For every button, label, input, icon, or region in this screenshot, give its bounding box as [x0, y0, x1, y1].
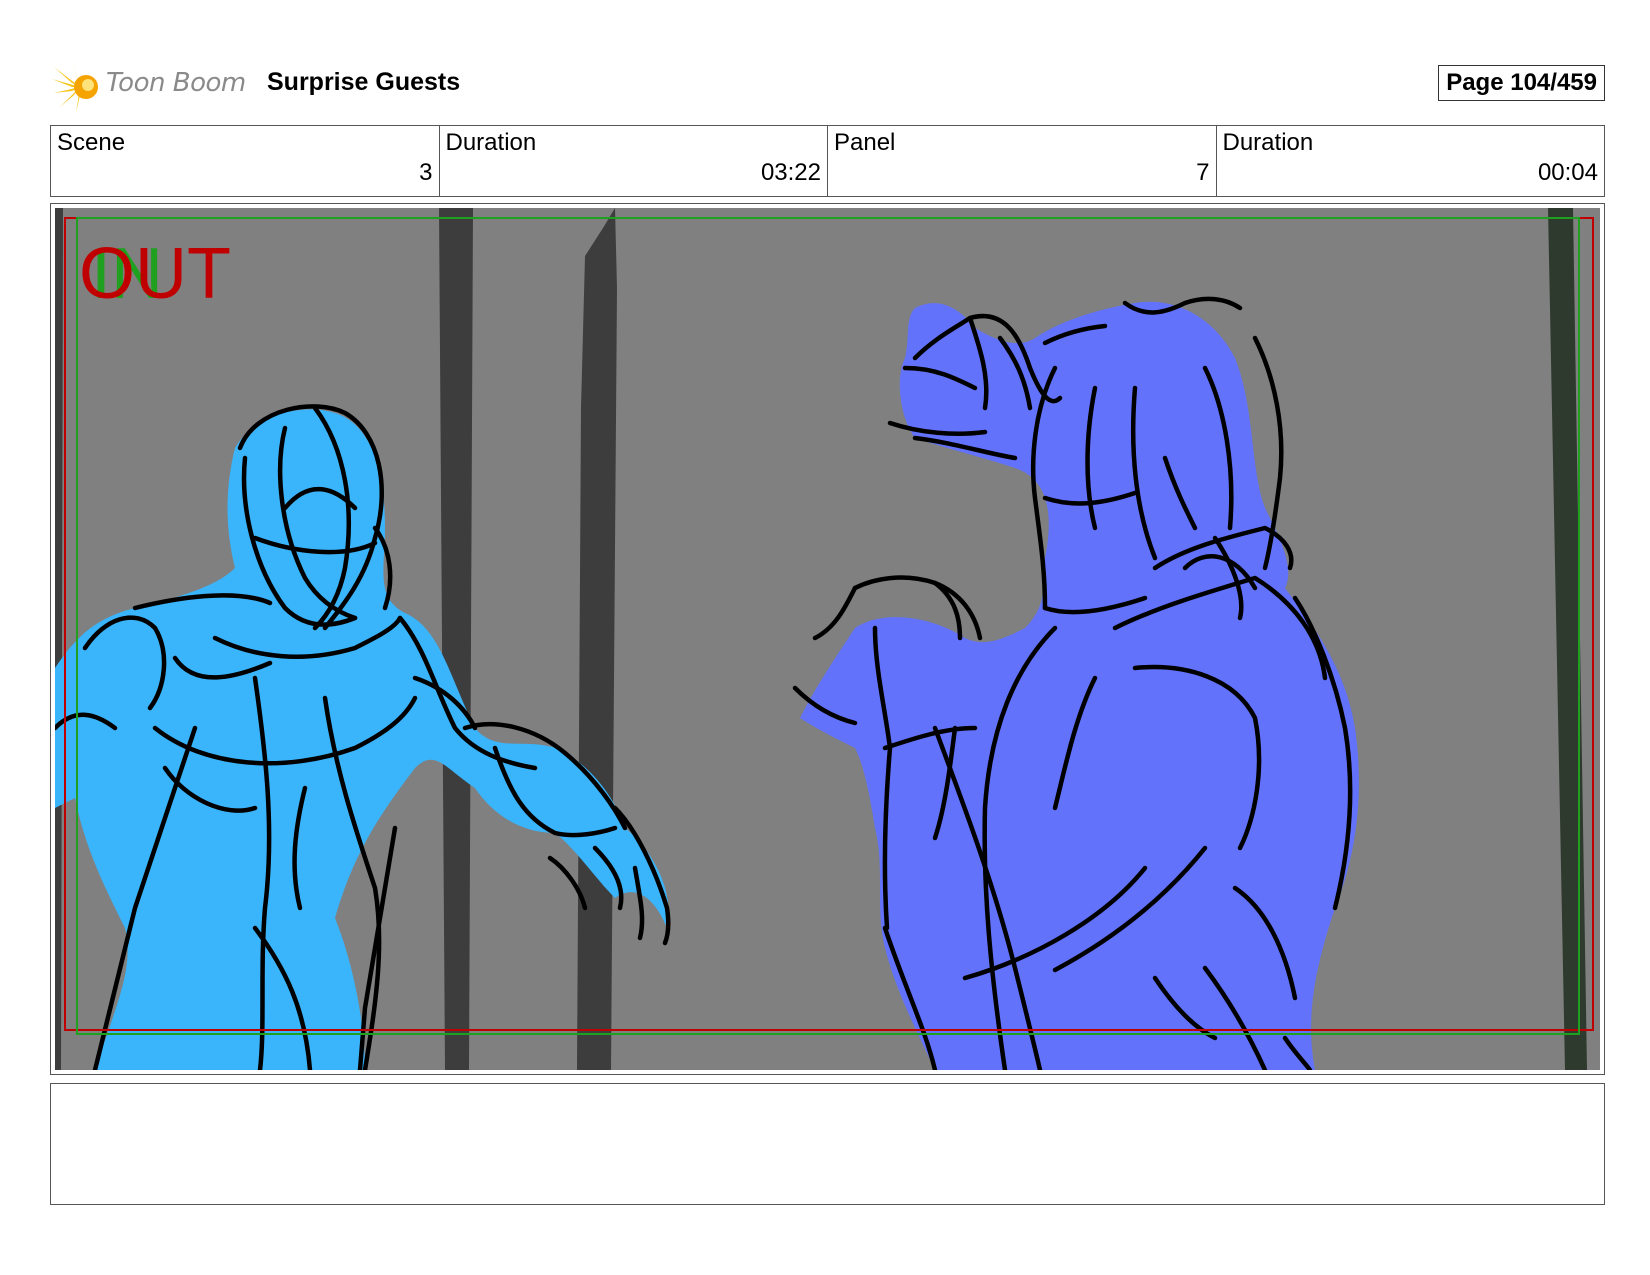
scene-duration-label: Duration [445, 129, 537, 156]
page-number: Page 104/459 [1438, 65, 1605, 101]
tree-trunk [577, 208, 617, 1070]
scene-cell: Scene 3 [51, 126, 439, 196]
out-marker: OUT [79, 234, 231, 314]
panel-duration-value: 00:04 [1537, 159, 1598, 186]
panel-value: 7 [1196, 159, 1210, 186]
tree-trunk [439, 208, 473, 1070]
toon-boom-logo: Toon Boom [50, 55, 250, 115]
sunburst-icon [52, 61, 98, 113]
panel-cell: Panel 7 [827, 126, 1216, 196]
scene-label: Scene [57, 129, 126, 156]
panel-duration-label: Duration [1222, 129, 1314, 156]
project-title: Surprise Guests [267, 68, 461, 96]
logo-text: Toon Boom [106, 68, 246, 98]
scene-duration-cell: Duration 03:22 [438, 126, 828, 196]
page-header: Toon Boom Surprise Guests Page 104/459 [50, 55, 1605, 115]
panel-drawing: IN OUT [55, 208, 1600, 1070]
panel-label: Panel [834, 129, 896, 156]
storyboard-panel: IN OUT [50, 203, 1605, 1075]
scene-value: 3 [419, 159, 433, 186]
panel-duration-cell: Duration 00:04 [1215, 126, 1605, 196]
scene-duration-value: 03:22 [760, 159, 821, 186]
scene-info-table: Scene 3 Duration 03:22 Panel 7 Duration … [50, 125, 1605, 197]
panel-notes [50, 1083, 1605, 1205]
